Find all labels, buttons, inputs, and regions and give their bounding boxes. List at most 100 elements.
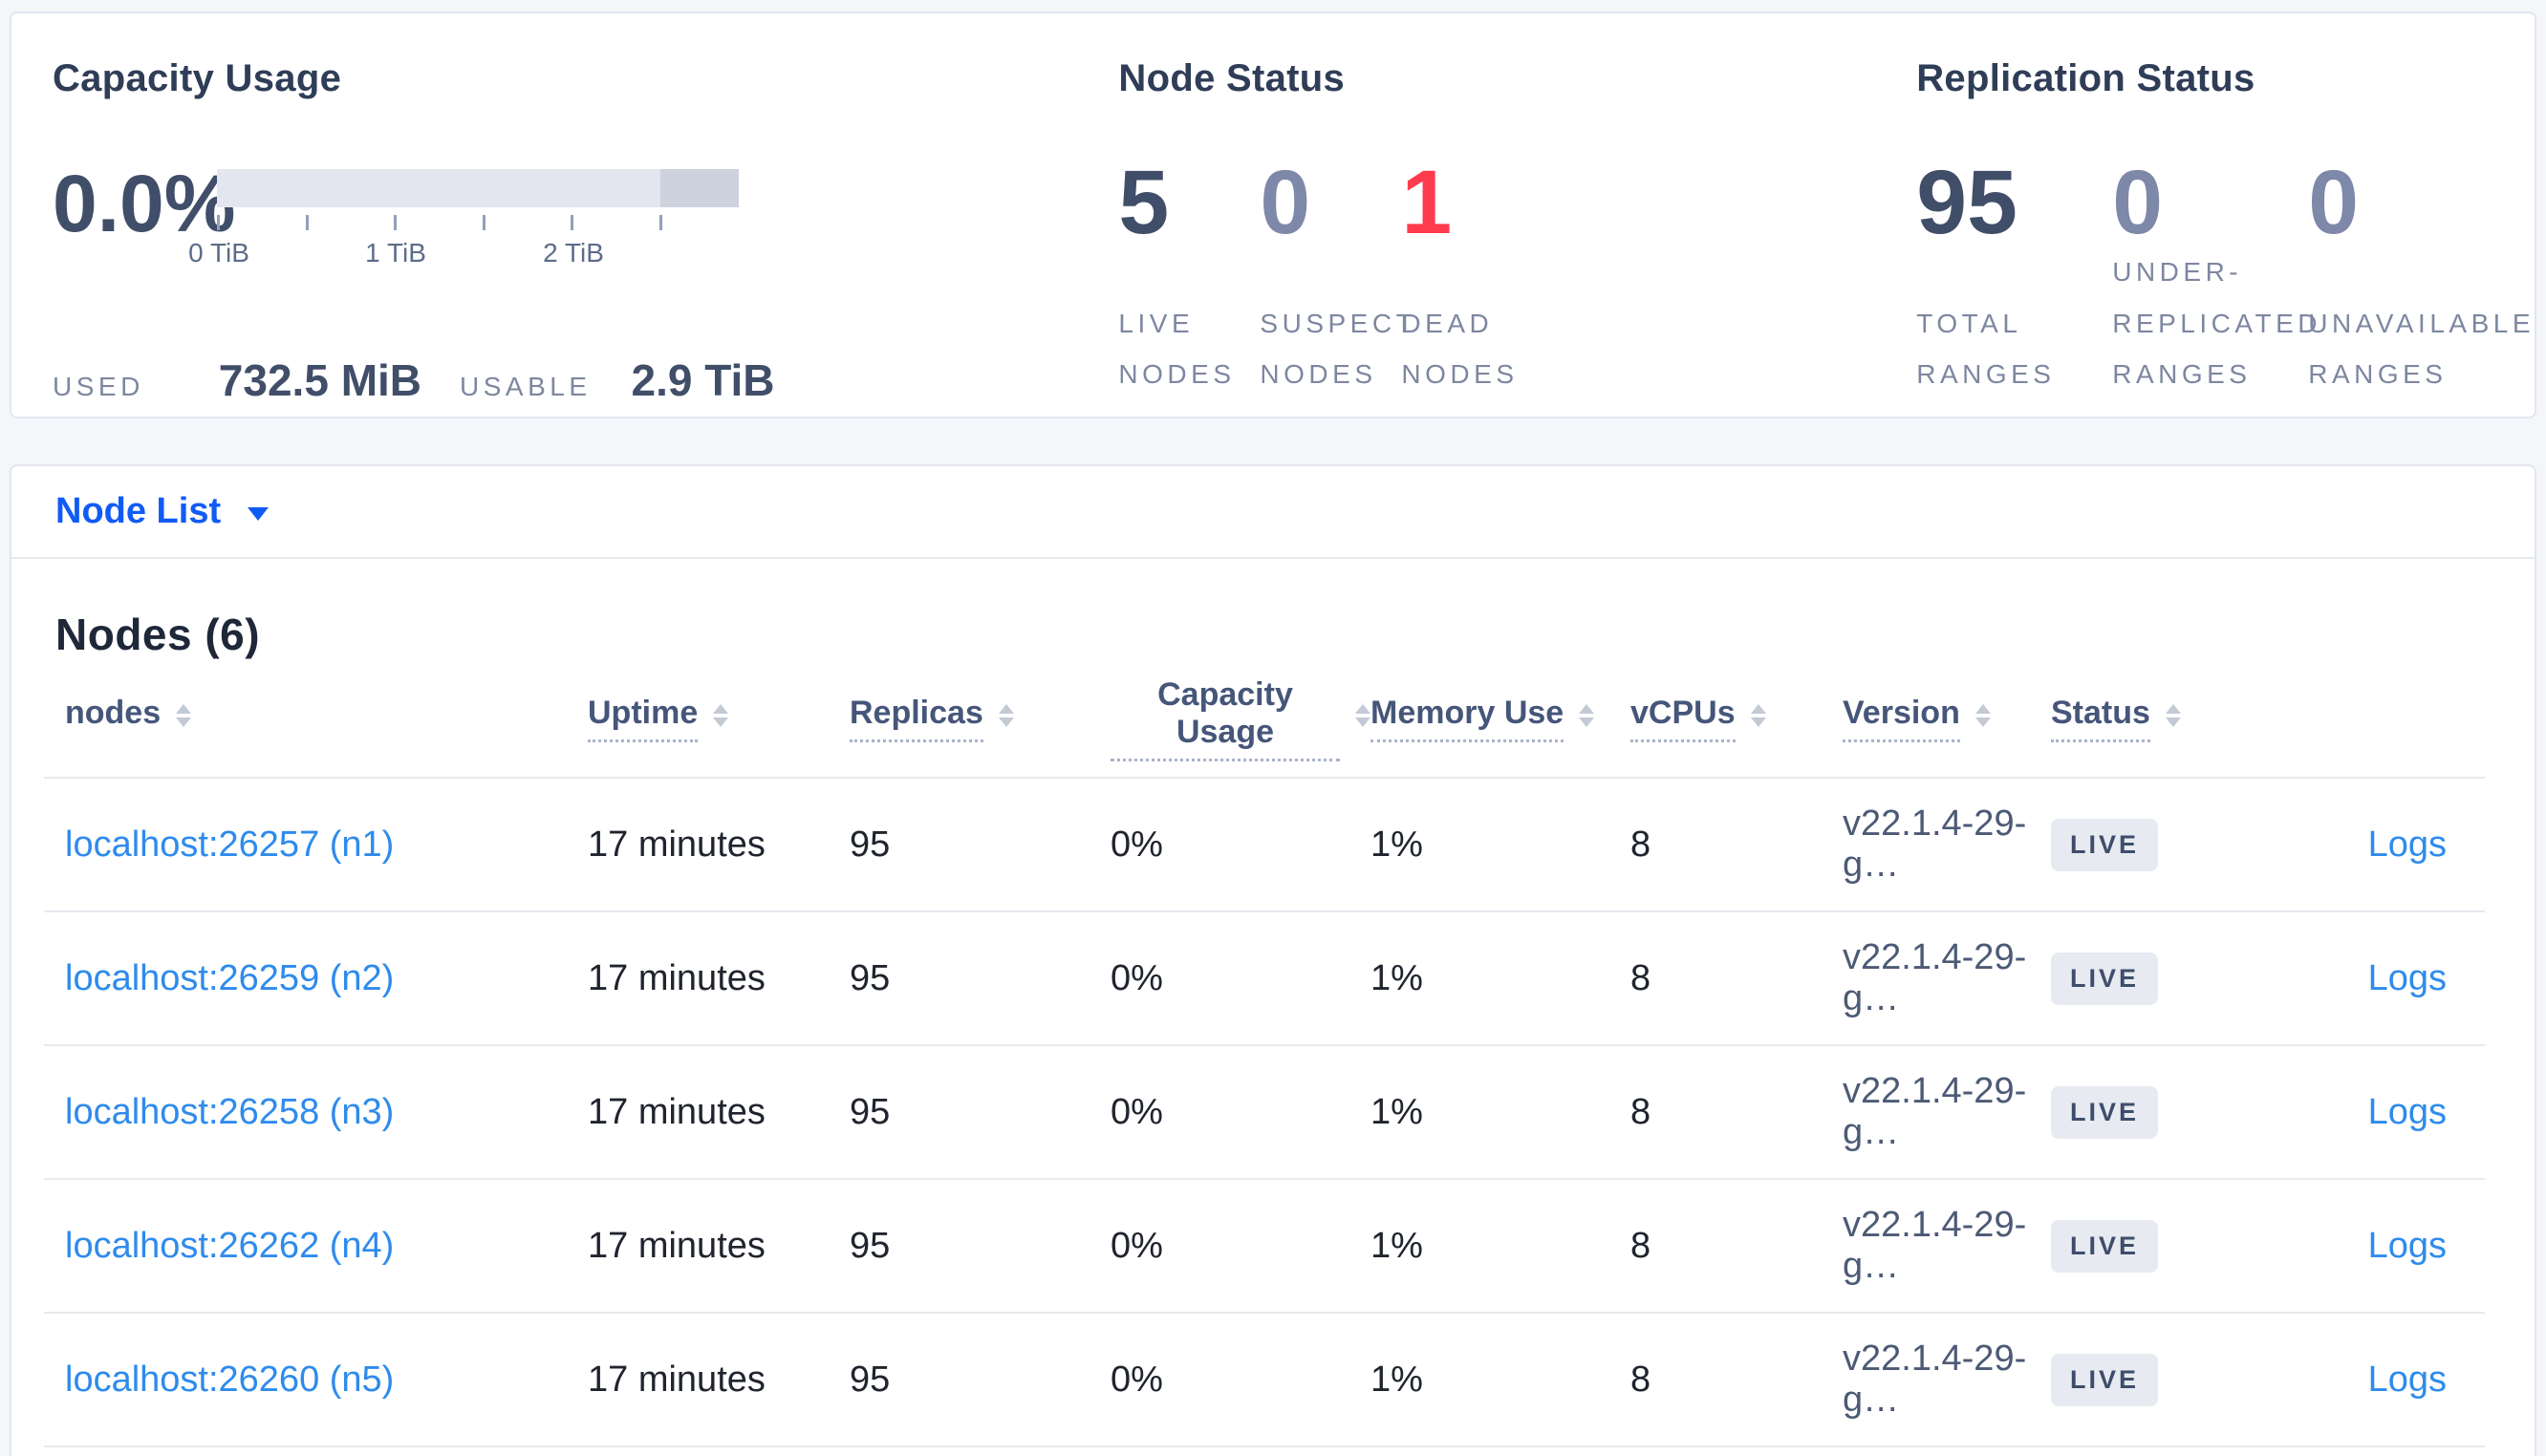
replicas-cell: 95 xyxy=(850,824,891,865)
sort-arrows-icon xyxy=(2165,704,2181,727)
uptime-cell: 17 minutes xyxy=(588,957,766,998)
dead-nodes-count: 1 xyxy=(1401,152,1453,253)
capacity-used-percent: 0.0% xyxy=(53,159,236,248)
version-cell: v22.1.4-29-g… xyxy=(1843,1205,2027,1286)
total-ranges-count: 95 xyxy=(1916,152,2017,253)
capacity-bar-chart: 0 TiB 1 TiB 2 TiB xyxy=(188,161,739,272)
sort-arrows-icon xyxy=(1750,704,1766,727)
capacity-axis-labels: 0 TiB 1 TiB 2 TiB xyxy=(188,238,739,272)
vcpus-cell: 8 xyxy=(1630,1359,1651,1400)
memory-use-cell: 1% xyxy=(1370,1091,1423,1132)
vcpus-cell: 8 xyxy=(1630,1225,1651,1266)
node-list-panel: Node List Nodes (6) nodes Uptime Replica… xyxy=(10,464,2536,1456)
node-list-dropdown[interactable]: Node List xyxy=(55,491,270,532)
column-header-capacity-usage[interactable]: Capacity Usage xyxy=(1111,676,1370,761)
uptime-cell: 17 minutes xyxy=(588,1091,766,1132)
memory-use-cell: 1% xyxy=(1370,824,1423,865)
uptime-cell: 17 minutes xyxy=(588,824,766,865)
logs-link[interactable]: Logs xyxy=(2368,1092,2447,1132)
logs-link[interactable]: Logs xyxy=(2368,958,2447,998)
node-status-stats: 5 LIVE NODES 0 SUSPECT NODES 1 DEAD NODE… xyxy=(1118,158,1916,399)
version-cell: v22.1.4-29-g… xyxy=(1843,803,2027,885)
axis-label: 0 TiB xyxy=(188,238,249,268)
tick-mark xyxy=(482,215,485,230)
vcpus-cell: 8 xyxy=(1630,824,1651,865)
replicas-cell: 95 xyxy=(850,957,891,998)
node-status-title: Node Status xyxy=(1118,57,1346,99)
cluster-summary-panel: Capacity Usage 0.0% 0 TiB 1 TiB 2 TiB US… xyxy=(10,11,2536,418)
status-badge: LIVE xyxy=(2051,1219,2159,1273)
unavailable-ranges-label: UNAVAILABLE RANGES xyxy=(2308,308,2535,389)
table-row: localhost:26259 (n2) 17 minutes 95 0% 1%… xyxy=(44,912,2485,1046)
sort-arrows-icon xyxy=(713,704,729,727)
node-status-section: Node Status 5 LIVE NODES 0 SUSPECT NODES xyxy=(1118,57,1916,417)
node-list-dropdown-label: Node List xyxy=(55,491,222,531)
replication-status-title: Replication Status xyxy=(1916,57,2255,99)
stat-live-nodes: 5 LIVE NODES xyxy=(1118,158,1260,399)
cluster-overview-page: Capacity Usage 0.0% 0 TiB 1 TiB 2 TiB US… xyxy=(0,0,2546,1456)
status-badge: LIVE xyxy=(2051,1085,2159,1139)
column-header-nodes[interactable]: nodes xyxy=(44,695,588,742)
replicas-cell: 95 xyxy=(850,1225,891,1266)
tick-mark xyxy=(658,215,662,230)
stat-total-ranges: 95 TOTAL RANGES xyxy=(1916,158,2112,399)
status-badge: LIVE xyxy=(2051,952,2159,1005)
usable-label: USABLE xyxy=(460,372,592,401)
logs-link[interactable]: Logs xyxy=(2368,824,2447,865)
used-value: 732.5 MiB xyxy=(218,355,422,405)
replicas-cell: 95 xyxy=(850,1091,891,1132)
dead-nodes-label: DEAD NODES xyxy=(1401,308,1519,389)
version-cell: v22.1.4-29-g… xyxy=(1843,1338,2027,1420)
nodes-table: nodes Uptime Replicas Capacity Usage Mem… xyxy=(44,660,2485,1447)
logs-link[interactable]: Logs xyxy=(2368,1226,2447,1266)
sort-arrows-icon xyxy=(1974,704,1991,727)
version-cell: v22.1.4-29-g… xyxy=(1843,1071,2027,1152)
column-header-status[interactable]: Status xyxy=(2051,695,2290,742)
node-address-link[interactable]: localhost:26259 (n2) xyxy=(65,958,394,998)
capacity-bar xyxy=(217,169,739,207)
table-row: localhost:26260 (n5) 17 minutes 95 0% 1%… xyxy=(44,1314,2485,1447)
capacity-usage-section: Capacity Usage 0.0% 0 TiB 1 TiB 2 TiB US… xyxy=(53,57,1118,417)
node-address-link[interactable]: localhost:26257 (n1) xyxy=(65,824,394,865)
column-header-vcpus[interactable]: vCPUs xyxy=(1630,695,1843,742)
node-address-link[interactable]: localhost:26262 (n4) xyxy=(65,1226,394,1266)
vcpus-cell: 8 xyxy=(1630,1091,1651,1132)
sort-arrows-icon xyxy=(176,704,192,727)
uptime-cell: 17 minutes xyxy=(588,1225,766,1266)
nodes-heading: Nodes (6) xyxy=(55,610,261,659)
sort-arrows-icon xyxy=(998,704,1014,727)
column-header-version[interactable]: Version xyxy=(1843,695,2051,742)
memory-use-cell: 1% xyxy=(1370,957,1423,998)
view-selector-bar: Node List xyxy=(11,466,2535,559)
stat-suspect-nodes: 0 SUSPECT NODES xyxy=(1260,152,1412,399)
status-badge: LIVE xyxy=(2051,1353,2159,1406)
under-replicated-ranges-label: UNDER- REPLICATED RANGES xyxy=(2112,257,2321,389)
suspect-nodes-count: 0 xyxy=(1260,152,1311,253)
column-header-uptime[interactable]: Uptime xyxy=(588,695,850,742)
sort-arrows-icon xyxy=(1355,704,1370,727)
capacity-bar-reserved-segment xyxy=(660,169,739,207)
logs-link[interactable]: Logs xyxy=(2368,1360,2447,1400)
capacity-gauge: 0.0% 0 TiB 1 TiB 2 TiB xyxy=(53,161,1118,272)
unavailable-ranges-count: 0 xyxy=(2308,152,2360,253)
table-row: localhost:26257 (n1) 17 minutes 95 0% 1%… xyxy=(44,779,2485,912)
usable-value: 2.9 TiB xyxy=(631,355,775,405)
capacity-usage-cell: 0% xyxy=(1111,1091,1163,1132)
tick-mark xyxy=(217,215,220,230)
axis-label: 2 TiB xyxy=(543,238,604,268)
replication-status-section: Replication Status 95 TOTAL RANGES 0 UND… xyxy=(1916,57,2535,417)
memory-use-cell: 1% xyxy=(1370,1225,1423,1266)
column-header-memory-use[interactable]: Memory Use xyxy=(1370,695,1630,742)
stat-under-replicated-ranges: 0 UNDER- REPLICATED RANGES xyxy=(2112,158,2321,399)
total-ranges-label: TOTAL RANGES xyxy=(1916,308,2056,389)
status-badge: LIVE xyxy=(2051,818,2159,871)
used-label: USED xyxy=(53,372,144,401)
capacity-usage-cell: 0% xyxy=(1111,1359,1163,1400)
node-address-link[interactable]: localhost:26260 (n5) xyxy=(65,1360,394,1400)
sort-arrows-icon xyxy=(1579,704,1595,727)
column-header-replicas[interactable]: Replicas xyxy=(850,695,1111,742)
capacity-usage-cell: 0% xyxy=(1111,957,1163,998)
node-address-link[interactable]: localhost:26258 (n3) xyxy=(65,1092,394,1132)
tick-mark xyxy=(394,215,398,230)
replicas-cell: 95 xyxy=(850,1359,891,1400)
